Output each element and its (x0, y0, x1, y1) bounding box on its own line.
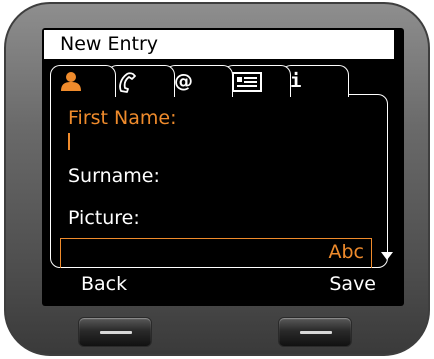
tab-phone[interactable] (107, 65, 175, 97)
left-hardware-button[interactable] (78, 317, 152, 347)
right-hardware-button[interactable] (278, 317, 352, 347)
info-icon: i (290, 70, 302, 92)
at-sign-icon: @ (174, 70, 193, 92)
softkey-bar: Back Save (44, 272, 394, 298)
surname-label[interactable]: Surname: (68, 165, 160, 187)
picture-field[interactable]: Abc (60, 238, 372, 268)
softkey-save[interactable]: Save (329, 273, 376, 295)
vcard-icon (232, 71, 262, 92)
right-button-bar-icon (300, 331, 332, 334)
text-cursor (68, 133, 70, 150)
screen-title: New Entry (44, 30, 394, 59)
entry-form-panel: First Name: Surname: Picture: Abc (50, 94, 388, 268)
phone-device: New Entry i @ First Name: Surname: Pictu… (4, 2, 430, 356)
tab-email[interactable]: @ (165, 65, 233, 97)
tab-info[interactable]: i (281, 65, 349, 97)
softkey-back[interactable]: Back (81, 273, 127, 295)
input-mode-indicator: Abc (328, 241, 364, 263)
phone-handset-icon (116, 71, 138, 93)
scroll-down-icon (381, 252, 393, 260)
tab-person[interactable] (50, 65, 116, 97)
display-screen: New Entry i @ First Name: Surname: Pictu… (44, 30, 394, 298)
first-name-label[interactable]: First Name: (68, 107, 176, 129)
tab-strip: i @ (44, 65, 394, 97)
person-icon (59, 71, 83, 93)
left-button-bar-icon (100, 331, 132, 334)
tab-vcard[interactable] (223, 65, 291, 97)
picture-label[interactable]: Picture: (68, 207, 140, 229)
